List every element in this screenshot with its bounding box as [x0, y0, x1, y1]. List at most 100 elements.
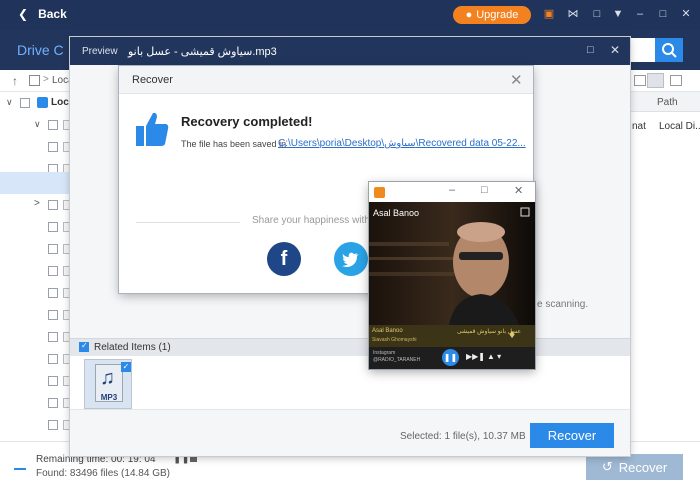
tree-checkbox[interactable] [48, 354, 58, 364]
saved-path-link[interactable]: C:\Users\poria\Desktop\سیاوش\Recovered d… [278, 138, 526, 149]
up-arrow-icon[interactable]: ↑ [12, 74, 18, 88]
recover-button[interactable]: Recover [530, 423, 614, 448]
tree-checkbox[interactable] [48, 332, 58, 342]
tree-checkbox[interactable] [48, 142, 58, 152]
pause-button[interactable]: ❚❚ [442, 349, 459, 366]
related-item-thumbnail[interactable]: ♫ MP3 ✓ [84, 359, 132, 409]
facebook-share-button[interactable]: f [267, 242, 301, 276]
minimize-icon[interactable]: – [449, 184, 455, 196]
preview-footer: Selected: 1 file(s), 10.37 MB Recover [70, 409, 630, 456]
facebook-icon: f [280, 247, 288, 270]
upgrade-button[interactable]: ● Upgrade [453, 6, 531, 24]
tree-checkbox[interactable] [48, 120, 58, 130]
tree-row-selected[interactable] [0, 172, 70, 194]
recover-label: Recover [618, 459, 668, 475]
maximize-icon[interactable]: □ [481, 184, 488, 196]
close-icon[interactable]: ✕ [679, 7, 693, 21]
tree-row[interactable]: > [0, 194, 71, 216]
list-view-icon[interactable] [647, 73, 664, 88]
tree-row[interactable] [0, 392, 71, 414]
tree-checkbox[interactable] [48, 398, 58, 408]
tree-row[interactable] [0, 282, 71, 304]
saved-prefix: The file has been saved in [181, 139, 287, 149]
thumbnail-view-icon[interactable] [634, 75, 646, 86]
recover-button-main[interactable]: ↺ Recover [586, 454, 683, 480]
window-icon[interactable]: □ [590, 7, 604, 21]
check-icon[interactable]: ✓ [121, 362, 131, 372]
chevron-right-icon[interactable]: > [34, 198, 40, 209]
related-items-checkbox[interactable]: ✓ [79, 341, 89, 352]
tree-row[interactable] [0, 216, 71, 238]
close-icon[interactable]: ✕ [514, 184, 523, 197]
next-icon[interactable]: ▶▶❚ [466, 352, 485, 361]
recover-icon: ↺ [601, 459, 613, 474]
volume-icon[interactable]: ▲ ▾ [487, 352, 501, 361]
drive-title: Drive C [17, 42, 64, 58]
found-count: Found: 83496 files (14.84 GB) [36, 468, 170, 479]
user-icon [37, 97, 48, 108]
pause-icon: ❚❚ [443, 353, 458, 362]
file-type-label: MP3 [100, 393, 118, 402]
scan-icon [14, 456, 26, 470]
tree-checkbox[interactable] [48, 420, 58, 430]
tree-checkbox[interactable] [48, 222, 58, 232]
music-note-icon: ♫ [100, 367, 115, 389]
album-art-image [369, 202, 535, 325]
dialog-title-bar: Recover ✕ [119, 66, 533, 94]
cell-type-partial: nat [632, 121, 646, 132]
minimize-icon[interactable]: – [633, 7, 647, 21]
twitter-share-button[interactable] [334, 242, 368, 276]
search-icon [662, 43, 677, 58]
top-bar: ❮ Back ● Upgrade ▣ ⋈ □ ▼ – □ ✕ [0, 0, 700, 30]
dialog-title: Recover [132, 74, 173, 86]
share-icon[interactable]: ⋈ [566, 7, 580, 21]
stop-icon[interactable] [190, 455, 197, 462]
tree-row-root[interactable]: ∨ Loca [0, 92, 74, 114]
tree-row[interactable] [0, 260, 71, 282]
radio-logo-icon: ♦ [509, 327, 516, 341]
share-divider [136, 222, 240, 223]
close-icon[interactable]: ✕ [510, 71, 523, 89]
tree-checkbox[interactable] [48, 310, 58, 320]
preview-title-label: Preview [82, 46, 118, 57]
search-button[interactable] [655, 38, 683, 62]
back-button[interactable]: ❮ Back [18, 7, 67, 21]
search-input[interactable] [630, 38, 655, 62]
player-controls: Instagram @RADIO_TARANEH ❚❚ ▶▶❚ ▲ ▾ [369, 347, 535, 369]
breadcrumb-separator: > [43, 74, 49, 85]
tree-checkbox[interactable] [20, 98, 30, 108]
preview-title-bar: Preview سیاوش قمیشی - عسل بانو.mp3 □ ✕ [70, 37, 630, 65]
cell-path: Local Di... [659, 121, 700, 132]
tree-checkbox[interactable] [48, 266, 58, 276]
tree-row[interactable] [0, 136, 71, 158]
maximize-icon[interactable]: □ [587, 44, 594, 56]
tree-checkbox[interactable] [48, 244, 58, 254]
tree-row[interactable] [0, 326, 71, 348]
tree-row[interactable] [0, 348, 71, 370]
album-banner: Asal Banoo Siavash Ghomayshi عسل بانو سی… [369, 325, 535, 347]
thumbs-up-icon [136, 112, 169, 146]
chevron-down-icon[interactable]: ∨ [34, 119, 41, 130]
tree-row[interactable] [0, 304, 71, 326]
tree-checkbox[interactable] [48, 288, 58, 298]
tree-row[interactable] [0, 238, 71, 260]
chevron-left-icon: ❮ [18, 7, 29, 21]
column-path-header[interactable]: Path [657, 97, 678, 108]
close-icon[interactable]: ✕ [610, 43, 620, 57]
maximize-icon[interactable]: □ [656, 7, 670, 21]
tree-checkbox[interactable] [48, 200, 58, 210]
tree-row[interactable] [0, 370, 71, 392]
album-art: Asal Banoo Asal Banoo Siavash Ghomayshi … [369, 202, 535, 369]
detail-view-icon[interactable] [670, 75, 682, 86]
tree-checkbox[interactable] [48, 376, 58, 386]
chevron-down-icon[interactable]: ∨ [6, 97, 13, 108]
computer-icon [29, 75, 40, 86]
instagram-handle: @RADIO_TARANEH [373, 357, 421, 363]
menu-icon[interactable]: ▼ [611, 7, 625, 21]
selected-summary: Selected: 1 file(s), 10.37 MB [400, 431, 526, 442]
media-player-window: – □ ✕ Asal Banoo Asal Banoo Siavash Ghom… [369, 182, 535, 369]
tree-row[interactable] [0, 414, 71, 436]
tree-row[interactable]: ∨ [0, 114, 71, 136]
instagram-label: Instagram [373, 350, 396, 356]
shopping-cart-icon[interactable]: ▣ [542, 7, 556, 21]
